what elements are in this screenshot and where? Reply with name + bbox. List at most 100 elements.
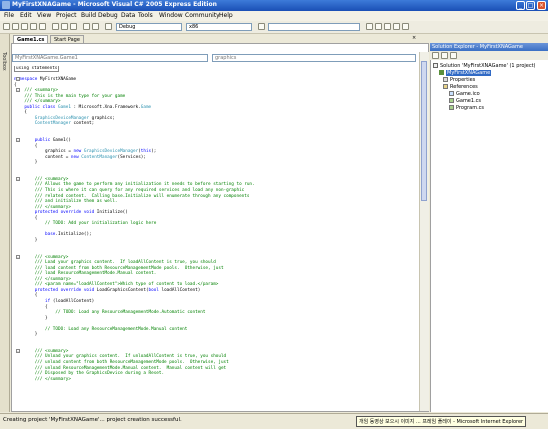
code-token: ); xyxy=(151,149,157,155)
find-icon[interactable] xyxy=(258,23,265,30)
menu-help[interactable]: Help xyxy=(219,12,233,19)
menu-file[interactable]: File xyxy=(4,12,14,19)
code-token: bool xyxy=(148,287,159,293)
save-icon[interactable] xyxy=(30,23,37,30)
collapse-icon[interactable]: - xyxy=(16,254,20,259)
close-tab-icon[interactable]: × xyxy=(412,35,416,41)
collapse-icon[interactable]: - xyxy=(16,138,20,143)
copy-icon[interactable] xyxy=(61,23,68,30)
properties-icon[interactable] xyxy=(375,23,382,30)
menu-data[interactable]: Data xyxy=(121,12,135,19)
collapse-icon[interactable]: - xyxy=(16,88,20,93)
code-token: MyFirstXNAGame xyxy=(37,77,77,83)
toolbox-tab[interactable]: Toolbox xyxy=(1,52,7,71)
properties-folder-icon xyxy=(443,77,448,82)
code-token: /// and initialize them as well. xyxy=(14,199,118,205)
code-token: (loadAllContent) xyxy=(52,298,95,304)
collapse-icon[interactable]: - xyxy=(16,77,20,82)
new-project-icon[interactable] xyxy=(3,23,10,30)
show-all-files-icon[interactable] xyxy=(441,52,448,59)
code-token: ContentManager xyxy=(14,121,71,127)
collapse-icon[interactable]: - xyxy=(16,177,20,182)
tree-item-references[interactable]: References xyxy=(443,84,478,90)
toolbox-icon[interactable] xyxy=(393,23,400,30)
code-token: } xyxy=(14,332,38,338)
tree-item-game1-cs[interactable]: Game1.cs xyxy=(449,98,481,104)
start-page-icon[interactable] xyxy=(402,23,409,30)
code-token: /// This is where it can query for any r… xyxy=(14,188,245,194)
code-token: /// load content from both ResourceManag… xyxy=(14,265,224,271)
menu-build[interactable]: Build xyxy=(81,12,96,19)
paste-icon[interactable] xyxy=(70,23,77,30)
code-token: (Services); xyxy=(117,154,146,160)
minimize-icon[interactable]: _ xyxy=(516,1,525,10)
code-token: /// This is the main type for your game xyxy=(14,93,126,99)
menu-view[interactable]: View xyxy=(37,12,51,19)
toolbar: Debug x86 xyxy=(0,21,548,34)
code-token: /// </summary> xyxy=(14,376,71,382)
code-token: GraphicsDeviceManager xyxy=(83,149,139,155)
code-token: { xyxy=(14,143,38,149)
menu-bar: File Edit View Project Build Debug Data … xyxy=(0,11,548,21)
code-token: /// <summary> xyxy=(14,88,58,94)
code-token: /// unload ResourceManagementMode.Manual… xyxy=(14,365,227,371)
code-token: ContentManager xyxy=(81,154,118,160)
code-token: if xyxy=(14,298,53,304)
code-line[interactable]: /// </summary> xyxy=(14,377,409,383)
icon-file-icon xyxy=(449,91,454,96)
open-icon[interactable] xyxy=(21,23,28,30)
scrollbar-thumb[interactable] xyxy=(421,61,427,201)
close-icon[interactable]: × xyxy=(537,1,546,10)
tree-item-properties[interactable]: Properties xyxy=(443,77,475,83)
code-token: /// load ResourceManagementMode.Manual c… xyxy=(14,271,157,277)
code-token: Game1 xyxy=(57,104,71,110)
member-dropdown[interactable]: graphics xyxy=(212,54,416,62)
collapse-icon[interactable]: - xyxy=(16,349,20,354)
class-dropdown[interactable]: MyFirstXNAGame.Game1 xyxy=(12,54,208,62)
code-token: : Microsoft.Xna.Framework. xyxy=(70,104,141,110)
code-token: loadAllContent) xyxy=(158,287,201,293)
object-browser-icon[interactable] xyxy=(384,23,391,30)
code-token: /// related content. Calling base.Initia… xyxy=(14,193,250,199)
menu-edit[interactable]: Edit xyxy=(20,12,32,19)
redo-icon[interactable] xyxy=(92,23,99,30)
window-title: MyFirstXNAGame - Microsoft Visual C# 200… xyxy=(12,1,217,8)
menu-window[interactable]: Window xyxy=(159,12,183,19)
cut-icon[interactable] xyxy=(52,23,59,30)
add-item-icon[interactable] xyxy=(12,23,19,30)
code-text[interactable]: using statements namespace MyFirstXNAGame… xyxy=(14,66,409,408)
code-token: } xyxy=(14,160,38,166)
refresh-icon[interactable] xyxy=(450,52,457,59)
maximize-icon[interactable]: □ xyxy=(526,1,535,10)
find-combo[interactable] xyxy=(268,23,360,31)
code-token: protected override void xyxy=(14,210,97,216)
project-icon xyxy=(439,70,444,75)
undo-icon[interactable] xyxy=(83,23,90,30)
menu-debug[interactable]: Debug xyxy=(98,12,118,19)
code-token: /// <summary> xyxy=(14,254,69,260)
tree-item-solution[interactable]: Solution 'MyFirstXNAGame' (1 project) xyxy=(433,63,536,69)
properties-icon[interactable] xyxy=(432,52,439,59)
code-token: graphics = xyxy=(14,149,74,155)
code-token: /// Unload your graphics content. If unl… xyxy=(14,354,227,360)
start-debug-icon[interactable] xyxy=(105,23,112,30)
code-token: { xyxy=(14,110,27,116)
toolbox-strip[interactable]: Toolbox xyxy=(0,34,10,412)
menu-community[interactable]: Community xyxy=(185,12,220,19)
code-token: Game xyxy=(140,104,152,110)
menu-tools[interactable]: Tools xyxy=(138,12,153,19)
vertical-scrollbar[interactable] xyxy=(419,52,429,411)
tree-item-project[interactable]: MyFirstXNAGame xyxy=(439,70,492,76)
menu-project[interactable]: Project xyxy=(56,12,77,19)
tab-game1[interactable]: Game1.cs xyxy=(13,35,49,43)
tree-item-game-ico[interactable]: Game.ico xyxy=(449,91,480,97)
config-combo[interactable]: Debug xyxy=(116,23,182,31)
tab-start-page[interactable]: Start Page xyxy=(50,35,84,43)
code-token: content = xyxy=(14,154,71,160)
tree-item-program-cs[interactable]: Program.cs xyxy=(449,105,484,111)
solution-explorer-icon[interactable] xyxy=(366,23,373,30)
solution-icon xyxy=(433,63,438,68)
platform-combo[interactable]: x86 xyxy=(186,23,252,31)
save-all-icon[interactable] xyxy=(39,23,46,30)
code-token: // TODO: Load any ResourceManagementMode… xyxy=(14,310,206,316)
